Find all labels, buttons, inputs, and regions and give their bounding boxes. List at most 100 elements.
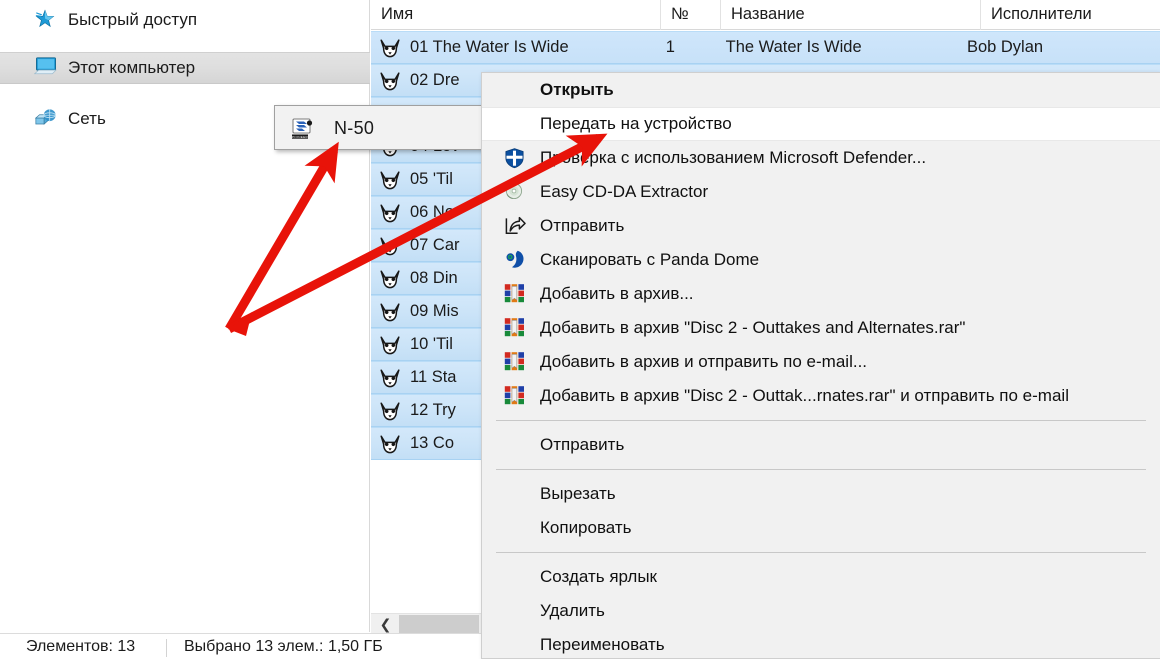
context-menu-item[interactable]: Вырезать [482,477,1160,511]
audio-file-icon [379,235,401,257]
sidebar-item-this-pc[interactable]: Этот компьютер [0,52,370,84]
status-items-count: Элементов: 13 [26,638,135,656]
winrar-icon [504,317,525,337]
cell-name: 01 The Water Is Wide [410,38,666,57]
context-menu-item[interactable]: Копировать [482,511,1160,545]
column-header-artists[interactable]: Исполнители [981,0,1160,30]
column-header-name[interactable]: Имя [371,0,661,30]
sidebar-item-quick-access[interactable]: Быстрый доступ [0,4,370,36]
audio-file-icon [379,400,401,422]
context-menu-item[interactable]: Проверка с использованием Microsoft Defe… [482,141,1160,175]
device-flyout-menu: PIONEER N-50 [274,105,486,150]
context-menu-item-label: Сканировать с Panda Dome [540,250,759,270]
audio-file-icon [379,70,401,92]
sidebar-item-label: Этот компьютер [68,58,195,78]
cd-disc-icon [504,181,526,203]
context-menu-item[interactable]: Сканировать с Panda Dome [482,243,1160,277]
audio-file-icon [379,268,401,290]
table-row[interactable]: 01 The Water Is Wide1The Water Is WideBo… [371,31,1160,64]
share-arrow-icon [504,215,526,235]
flyout-item-n50[interactable]: PIONEER N-50 [276,114,484,144]
menu-separator [496,552,1146,553]
menu-separator [496,469,1146,470]
context-menu-item-label: Переименовать [540,635,665,655]
cell-artist: Bob Dylan [967,38,1160,57]
menu-item-icon-placeholder [504,634,526,656]
network-icon [34,107,60,131]
context-menu-item[interactable]: Добавить в архив и отправить по e-mail..… [482,345,1160,379]
audio-file-icon [379,169,401,191]
audio-file-icon [379,367,401,389]
audio-file-icon [379,202,401,224]
context-menu-item-label: Добавить в архив "Disc 2 - Outtakes and … [540,318,965,338]
audio-file-icon [379,37,401,59]
column-header-title[interactable]: Название [721,0,981,30]
status-selection-info: Выбрано 13 элем.: 1,50 ГБ [184,638,383,656]
context-menu-item-label: Отправить [540,216,624,236]
menu-item-icon-placeholder [504,434,526,456]
context-menu-item-label: Добавить в архив... [540,284,694,304]
context-menu-item[interactable]: Отправить [482,209,1160,243]
context-menu-item[interactable]: Создать ярлык [482,560,1160,594]
menu-item-icon-placeholder [504,600,526,622]
audio-file-icon [379,301,401,323]
context-menu-item[interactable]: Добавить в архив "Disc 2 - Outtakes and … [482,311,1160,345]
winrar-icon [504,385,526,407]
audio-file-icon [379,202,401,224]
context-menu-item[interactable]: Добавить в архив... [482,277,1160,311]
pioneer-device-icon: PIONEER [290,117,316,141]
menu-item-icon-placeholder [504,483,526,505]
flyout-item-label: N-50 [334,118,374,139]
context-menu-item-label: Вырезать [540,484,616,504]
scrollbar-thumb[interactable] [399,615,479,633]
panda-dome-icon [504,249,526,271]
cd-disc-icon [504,181,524,201]
audio-file-icon [379,37,401,59]
context-menu-item-label: Удалить [540,601,605,621]
defender-shield-icon [504,147,526,169]
context-menu-item[interactable]: Открыть [482,73,1160,107]
context-menu-item[interactable]: Удалить [482,594,1160,628]
column-header-track[interactable]: № [661,0,721,30]
context-menu-item-label: Копировать [540,518,632,538]
context-menu-item-label: Создать ярлык [540,567,657,587]
menu-item-icon-placeholder [504,566,526,588]
share-arrow-icon [504,215,526,237]
scroll-left-arrow-icon[interactable]: ❮ [373,614,398,634]
computer-icon [34,56,60,80]
audio-file-icon [379,334,401,356]
winrar-icon [504,283,526,305]
context-menu-item[interactable]: Добавить в архив "Disc 2 - Outtak...rnat… [482,379,1160,413]
audio-file-icon [379,367,401,389]
winrar-icon [504,283,525,303]
column-header-row: Имя № Название Исполнители [371,0,1160,30]
context-menu-item[interactable]: Передать на устройство [482,107,1160,141]
context-menu-item-label: Проверка с использованием Microsoft Defe… [540,148,926,168]
cell-title: The Water Is Wide [726,38,967,57]
audio-file-icon [379,301,401,323]
audio-file-icon [379,268,401,290]
context-menu-item-label: Отправить [540,435,624,455]
cell-track: 1 [666,38,726,57]
winrar-icon [504,351,525,371]
context-menu: Открыть Передать на устройство Проверка с … [481,72,1160,659]
star-icon [34,8,60,32]
menu-item-icon-placeholder [504,517,526,539]
sidebar-item-label: Быстрый доступ [68,10,197,30]
context-menu-item[interactable]: Переименовать [482,628,1160,659]
context-menu-item-label: Передать на устройство [540,114,732,134]
panda-dome-icon [504,249,525,270]
defender-shield-icon [504,147,525,169]
context-menu-item-label: Easy CD-DA Extractor [540,182,708,202]
status-divider [166,639,167,657]
audio-file-icon [379,400,401,422]
context-menu-item[interactable]: Easy CD-DA Extractor [482,175,1160,209]
audio-file-icon [379,235,401,257]
context-menu-item[interactable]: Отправить [482,428,1160,462]
menu-separator [496,420,1146,421]
svg-text:PIONEER: PIONEER [292,135,308,139]
explorer-window: Быстрый доступ Этот компьютер [0,0,1160,659]
context-menu-item-label: Открыть [540,80,614,100]
winrar-icon [504,317,526,339]
audio-file-icon [379,169,401,191]
